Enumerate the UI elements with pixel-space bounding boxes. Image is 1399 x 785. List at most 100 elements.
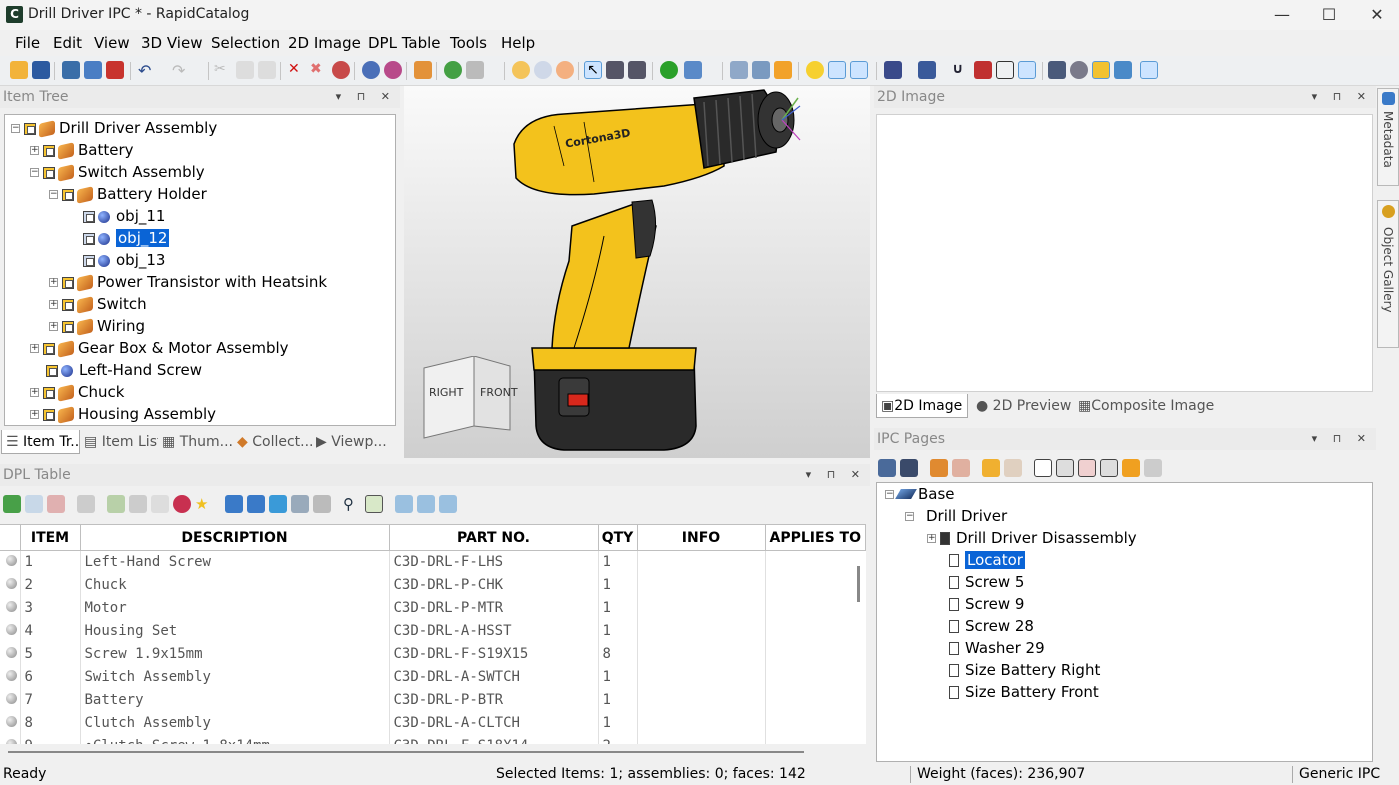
group-icon[interactable] <box>982 459 1000 477</box>
page-node[interactable]: Size Battery Right <box>949 659 1100 681</box>
select-parent-icon[interactable] <box>628 61 646 79</box>
paste-row-icon[interactable] <box>151 495 169 513</box>
visibility-checkbox-icon[interactable] <box>62 276 74 289</box>
expand-icon[interactable]: + <box>30 388 39 397</box>
tab-item-list[interactable]: ▤ Item List <box>84 430 158 454</box>
tree-node[interactable]: + Battery <box>30 139 134 161</box>
paste-icon[interactable] <box>258 61 276 79</box>
visibility-checkbox-icon[interactable] <box>43 386 55 399</box>
page-node[interactable]: + Drill Driver Disassembly <box>927 527 1137 549</box>
explode-icon[interactable] <box>850 61 868 79</box>
ground-icon[interactable]: ∪ <box>952 61 970 79</box>
tab-viewpoints[interactable]: ▶ Viewp... <box>316 430 390 454</box>
zoom-selected-icon[interactable] <box>918 61 936 79</box>
view-box-icon[interactable] <box>730 61 748 79</box>
reset-numbering-icon[interactable] <box>439 495 457 513</box>
table-row[interactable]: 5 Screw 1.9x15mm C3D-DRL-F-S19X15 8 <box>0 642 866 666</box>
table-row[interactable]: 8 Clutch Assembly C3D-DRL-A-CLTCH 1 <box>0 711 866 735</box>
page-node[interactable]: Washer 29 <box>949 637 1045 659</box>
table-row[interactable]: 7 Battery C3D-DRL-P-BTR 1 <box>0 688 866 712</box>
col-description[interactable]: DESCRIPTION <box>79 524 390 551</box>
page-node[interactable]: − Drill Driver <box>905 505 1007 527</box>
view-cube-icon[interactable] <box>752 61 770 79</box>
page-node-selected[interactable]: Locator <box>949 549 1025 571</box>
hemisphere-icon[interactable] <box>1092 61 1110 79</box>
tree-node[interactable]: + Chuck <box>30 381 124 403</box>
page-settings-icon[interactable] <box>1100 459 1118 477</box>
select-tree-icon[interactable] <box>606 61 624 79</box>
expand-icon[interactable]: + <box>927 534 936 543</box>
select-arrow-icon[interactable]: ↖ <box>584 61 602 79</box>
side-tab-object-gallery[interactable]: Object Gallery <box>1377 200 1399 348</box>
view-orange-icon[interactable] <box>774 61 792 79</box>
cube-face-right[interactable]: RIGHT <box>429 386 463 399</box>
tree-node[interactable]: + Wiring <box>49 315 145 337</box>
panel-controls-icon[interactable]: ▾ ⊓ ✕ <box>336 86 396 108</box>
move-page-icon[interactable] <box>1122 459 1140 477</box>
wire-sphere-icon[interactable] <box>534 61 552 79</box>
validate-icon[interactable] <box>365 495 383 513</box>
horizontal-scrollbar[interactable] <box>0 744 870 762</box>
tree-node[interactable]: obj_11 <box>83 205 165 227</box>
ghost-icon[interactable] <box>362 61 380 79</box>
table-row[interactable]: 2 Chuck C3D-DRL-P-CHK 1 <box>0 573 866 597</box>
panel-controls-icon[interactable]: ▾ ⊓ ✕ <box>1312 86 1372 108</box>
visibility-checkbox-icon[interactable] <box>62 320 74 333</box>
tree-node[interactable]: − Battery Holder <box>49 183 207 205</box>
copy-row-icon[interactable] <box>129 495 147 513</box>
table-row[interactable]: 3 Motor C3D-DRL-P-MTR 1 <box>0 596 866 620</box>
perspective-icon[interactable] <box>1114 61 1132 79</box>
frame-icon[interactable] <box>996 61 1014 79</box>
col-info[interactable]: INFO <box>636 524 766 551</box>
page-node[interactable]: Screw 9 <box>949 593 1024 615</box>
documents-icon[interactable] <box>1056 459 1074 477</box>
add-row-icon[interactable] <box>3 495 21 513</box>
light-icon[interactable] <box>806 61 824 79</box>
table-row[interactable]: 1 Left-Hand Screw C3D-DRL-F-LHS 1 <box>0 550 866 574</box>
isolate-icon[interactable] <box>660 61 678 79</box>
collapse-icon[interactable]: − <box>49 190 58 199</box>
tab-item-tree[interactable]: ☰ Item Tr... <box>1 430 80 454</box>
axes-icon[interactable] <box>828 61 846 79</box>
save-icon[interactable] <box>32 61 50 79</box>
visibility-checkbox-icon[interactable] <box>43 408 55 421</box>
table-row[interactable]: 6 Switch Assembly C3D-DRL-A-SWTCH 1 <box>0 665 866 689</box>
col-applies-to[interactable]: APPLIES TO <box>764 524 866 551</box>
page-node[interactable]: Screw 28 <box>949 615 1034 637</box>
cube-face-front[interactable]: FRONT <box>480 386 518 399</box>
collapse-icon[interactable]: − <box>11 124 20 133</box>
visibility-checkbox-icon[interactable] <box>43 342 55 355</box>
page-node[interactable]: Size Battery Front <box>949 681 1099 703</box>
collapse-icon[interactable]: − <box>30 168 39 177</box>
expand-icon[interactable]: + <box>30 410 39 419</box>
close-icon[interactable]: ✕ <box>1366 4 1388 26</box>
tree-node[interactable]: − Switch Assembly <box>30 161 205 183</box>
view-cube[interactable]: RIGHT FRONT <box>422 355 518 442</box>
globe-icon[interactable] <box>1070 61 1088 79</box>
camera-icon[interactable] <box>1048 61 1066 79</box>
box-view-icon[interactable] <box>1140 61 1158 79</box>
col-part-no[interactable]: PART NO. <box>388 524 599 551</box>
delete-object-icon[interactable]: ✖ <box>310 61 328 79</box>
indent-icon[interactable] <box>225 495 243 513</box>
panel-controls-icon[interactable]: ▾ ⊓ ✕ <box>806 464 866 486</box>
add-assembly-icon[interactable] <box>930 459 948 477</box>
check-icon[interactable] <box>107 495 125 513</box>
assembly-icon[interactable] <box>414 61 432 79</box>
collapse-icon[interactable]: − <box>905 512 914 521</box>
renumber-icon[interactable] <box>417 495 435 513</box>
transparency-icon[interactable] <box>384 61 402 79</box>
shaded-sphere-icon[interactable] <box>556 61 574 79</box>
move-down-icon[interactable] <box>269 495 287 513</box>
pdf-icon[interactable] <box>106 61 124 79</box>
menu-3d-view[interactable]: 3D View <box>141 34 202 52</box>
redo-icon[interactable]: ↷ <box>172 61 190 80</box>
publish-icon[interactable] <box>62 61 80 79</box>
move-up-icon[interactable] <box>291 495 309 513</box>
sphere-icon[interactable] <box>512 61 530 79</box>
page-node[interactable]: Screw 5 <box>949 571 1024 593</box>
print-icon[interactable] <box>84 61 102 79</box>
visibility-checkbox-icon[interactable] <box>46 364 58 377</box>
menu-file[interactable]: File <box>15 34 40 52</box>
link-icon[interactable] <box>77 495 95 513</box>
